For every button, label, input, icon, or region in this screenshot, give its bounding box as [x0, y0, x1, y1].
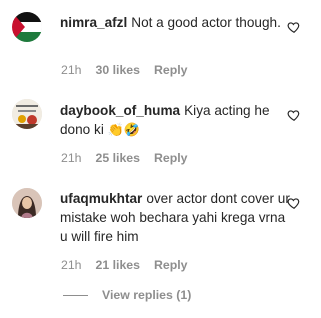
divider-line	[63, 294, 88, 296]
rofl-emoji: 🤣	[123, 122, 140, 137]
collage-avatar-icon	[12, 99, 42, 129]
avatar[interactable]	[12, 188, 42, 218]
portrait-avatar-icon	[12, 188, 42, 218]
comment-text: ufaqmukhtar over actor dont cover ur mist…	[60, 189, 290, 246]
comment-body: Not a good actor though.	[131, 15, 281, 30]
heart-icon[interactable]	[287, 108, 301, 122]
avatar[interactable]	[12, 12, 42, 42]
comment-username[interactable]: ufaqmukhtar	[60, 191, 142, 206]
flag-avatar-icon	[12, 12, 42, 42]
clapping-hands-emoji: 👏	[107, 122, 124, 137]
comment-likes[interactable]: 25 likes	[96, 151, 140, 165]
comment-time[interactable]: 21h	[61, 258, 82, 272]
comment-likes[interactable]: 21 likes	[96, 258, 140, 272]
comment-username[interactable]: daybook_of_huma	[60, 103, 180, 118]
comment-time[interactable]: 21h	[61, 63, 82, 77]
view-replies-button[interactable]: View replies (1)	[63, 288, 191, 302]
comment-text: daybook_of_huma Kiya acting he dono ki 👏🤣	[60, 101, 290, 139]
reply-button[interactable]: Reply	[154, 63, 188, 77]
reply-button[interactable]: Reply	[154, 151, 188, 165]
view-replies-label: View replies (1)	[102, 288, 192, 302]
avatar[interactable]	[12, 99, 42, 129]
comment-text: nimra_afzl Not a good actor though.	[60, 13, 290, 32]
heart-icon[interactable]	[287, 196, 301, 210]
heart-icon[interactable]	[287, 20, 301, 34]
comment-meta: 21h 21 likes Reply	[61, 258, 187, 272]
comment-time[interactable]: 21h	[61, 151, 82, 165]
comment-likes[interactable]: 30 likes	[96, 63, 140, 77]
comment-meta: 21h 30 likes Reply	[61, 63, 187, 77]
comment-meta: 21h 25 likes Reply	[61, 151, 187, 165]
comment-username[interactable]: nimra_afzl	[60, 15, 127, 30]
reply-button[interactable]: Reply	[154, 258, 188, 272]
